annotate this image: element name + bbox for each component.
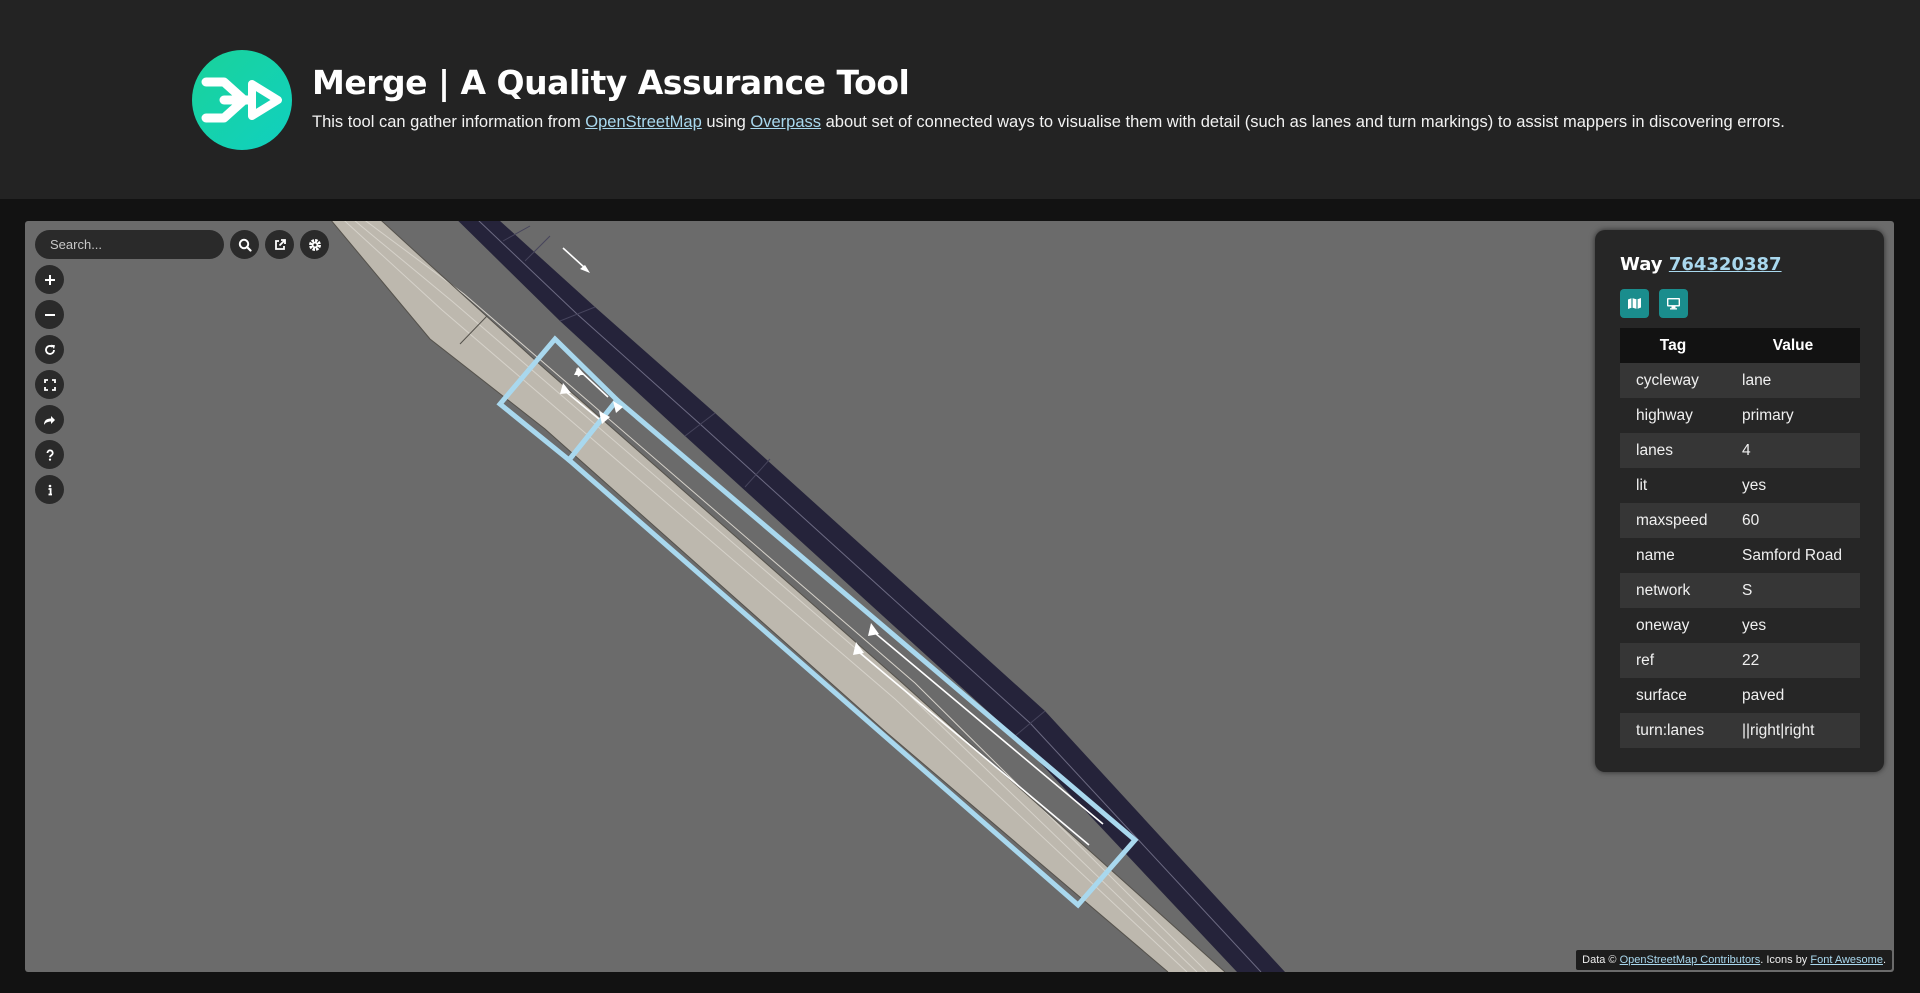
zoom-out-icon: [44, 313, 55, 316]
table-row: highway primary: [1620, 398, 1860, 433]
open-external-button[interactable]: [265, 230, 294, 259]
tag-value: lane: [1726, 363, 1860, 398]
table-row: ref 22: [1620, 643, 1860, 678]
desktop-icon: [1667, 298, 1680, 310]
subtitle-text: using: [701, 113, 751, 131]
dark-road[interactable]: [438, 221, 1285, 972]
tag-value: yes: [1726, 468, 1860, 503]
tag-key: turn:lanes: [1620, 713, 1726, 748]
osm-contributors-link[interactable]: OpenStreetMap Contributors: [1620, 954, 1761, 966]
overpass-link[interactable]: Overpass: [750, 113, 821, 131]
tag-key: name: [1620, 538, 1726, 573]
fullscreen-icon: [43, 378, 56, 391]
way-label: Way: [1620, 254, 1663, 275]
merge-logo-icon: [192, 50, 292, 150]
view-on-map-button[interactable]: [1620, 289, 1649, 318]
search-input[interactable]: [35, 230, 224, 259]
zoom-out-button[interactable]: [35, 300, 64, 329]
tag-key: oneway: [1620, 608, 1726, 643]
tag-key: lit: [1620, 468, 1726, 503]
font-awesome-link[interactable]: Font Awesome: [1810, 954, 1883, 966]
tag-value: 60: [1726, 503, 1860, 538]
tag-key: maxspeed: [1620, 503, 1726, 538]
help-icon: [46, 448, 54, 461]
map-attribution: Data © OpenStreetMap Contributors. Icons…: [1576, 950, 1892, 970]
table-row: oneway yes: [1620, 608, 1860, 643]
tag-value: 22: [1726, 643, 1860, 678]
external-link-icon: [274, 238, 286, 250]
way-id-link[interactable]: 764320387: [1669, 254, 1782, 275]
tag-column-header: Tag: [1620, 328, 1726, 363]
map-icon: [1628, 298, 1641, 309]
share-icon: [44, 415, 55, 425]
subtitle-text: This tool can gather information from: [312, 113, 586, 131]
tag-key: surface: [1620, 678, 1726, 713]
attribution-text: . Icons by: [1760, 954, 1811, 966]
tag-value: Samford Road: [1726, 538, 1860, 573]
value-column-header: Value: [1726, 328, 1860, 363]
attribution-text: Data ©: [1582, 954, 1620, 966]
header: Merge | A Quality Assurance Tool This to…: [0, 0, 1920, 199]
tag-key: highway: [1620, 398, 1726, 433]
openstreetmap-link[interactable]: OpenStreetMap: [585, 113, 701, 131]
table-row: name Samford Road: [1620, 538, 1860, 573]
page-title: Merge | A Quality Assurance Tool: [312, 63, 910, 102]
tag-value: 4: [1726, 433, 1860, 468]
way-title: Way 764320387: [1620, 254, 1782, 275]
tag-key: ref: [1620, 643, 1726, 678]
share-button[interactable]: [35, 405, 64, 434]
help-button[interactable]: [35, 440, 64, 469]
tag-key: network: [1620, 573, 1726, 608]
search-button[interactable]: [230, 230, 259, 259]
fullscreen-button[interactable]: [35, 370, 64, 399]
table-row: lanes 4: [1620, 433, 1860, 468]
info-icon: [48, 484, 52, 495]
tag-key: lanes: [1620, 433, 1726, 468]
table-row: lit yes: [1620, 468, 1860, 503]
tag-value: paved: [1726, 678, 1860, 713]
settings-button[interactable]: [300, 230, 329, 259]
refresh-icon: [44, 344, 55, 355]
tag-value: yes: [1726, 608, 1860, 643]
tag-value: S: [1726, 573, 1860, 608]
tag-value: ||right|right: [1726, 713, 1860, 748]
info-button[interactable]: [35, 475, 64, 504]
table-row: network S: [1620, 573, 1860, 608]
way-details-panel: Way 764320387 Tag Value cycleway lane hig…: [1595, 230, 1884, 772]
zoom-in-button[interactable]: [35, 265, 64, 294]
page-subtitle: This tool can gather information from Op…: [312, 113, 1785, 132]
tags-table: Tag Value cycleway lane highway primary la…: [1620, 328, 1860, 748]
table-row: surface paved: [1620, 678, 1860, 713]
primary-road[interactable]: [315, 221, 1225, 972]
refresh-button[interactable]: [35, 335, 64, 364]
open-in-editor-button[interactable]: [1659, 289, 1688, 318]
tag-key: cycleway: [1620, 363, 1726, 398]
zoom-in-icon: [44, 274, 55, 285]
tag-value: primary: [1726, 398, 1860, 433]
table-row: cycleway lane: [1620, 363, 1860, 398]
table-row: maxspeed 60: [1620, 503, 1860, 538]
search-icon: [238, 238, 252, 252]
attribution-text: .: [1882, 954, 1886, 966]
gear-icon: [308, 238, 321, 251]
table-row: turn:lanes ||right|right: [1620, 713, 1860, 748]
subtitle-text: about set of connected ways to visualise…: [821, 113, 1785, 131]
